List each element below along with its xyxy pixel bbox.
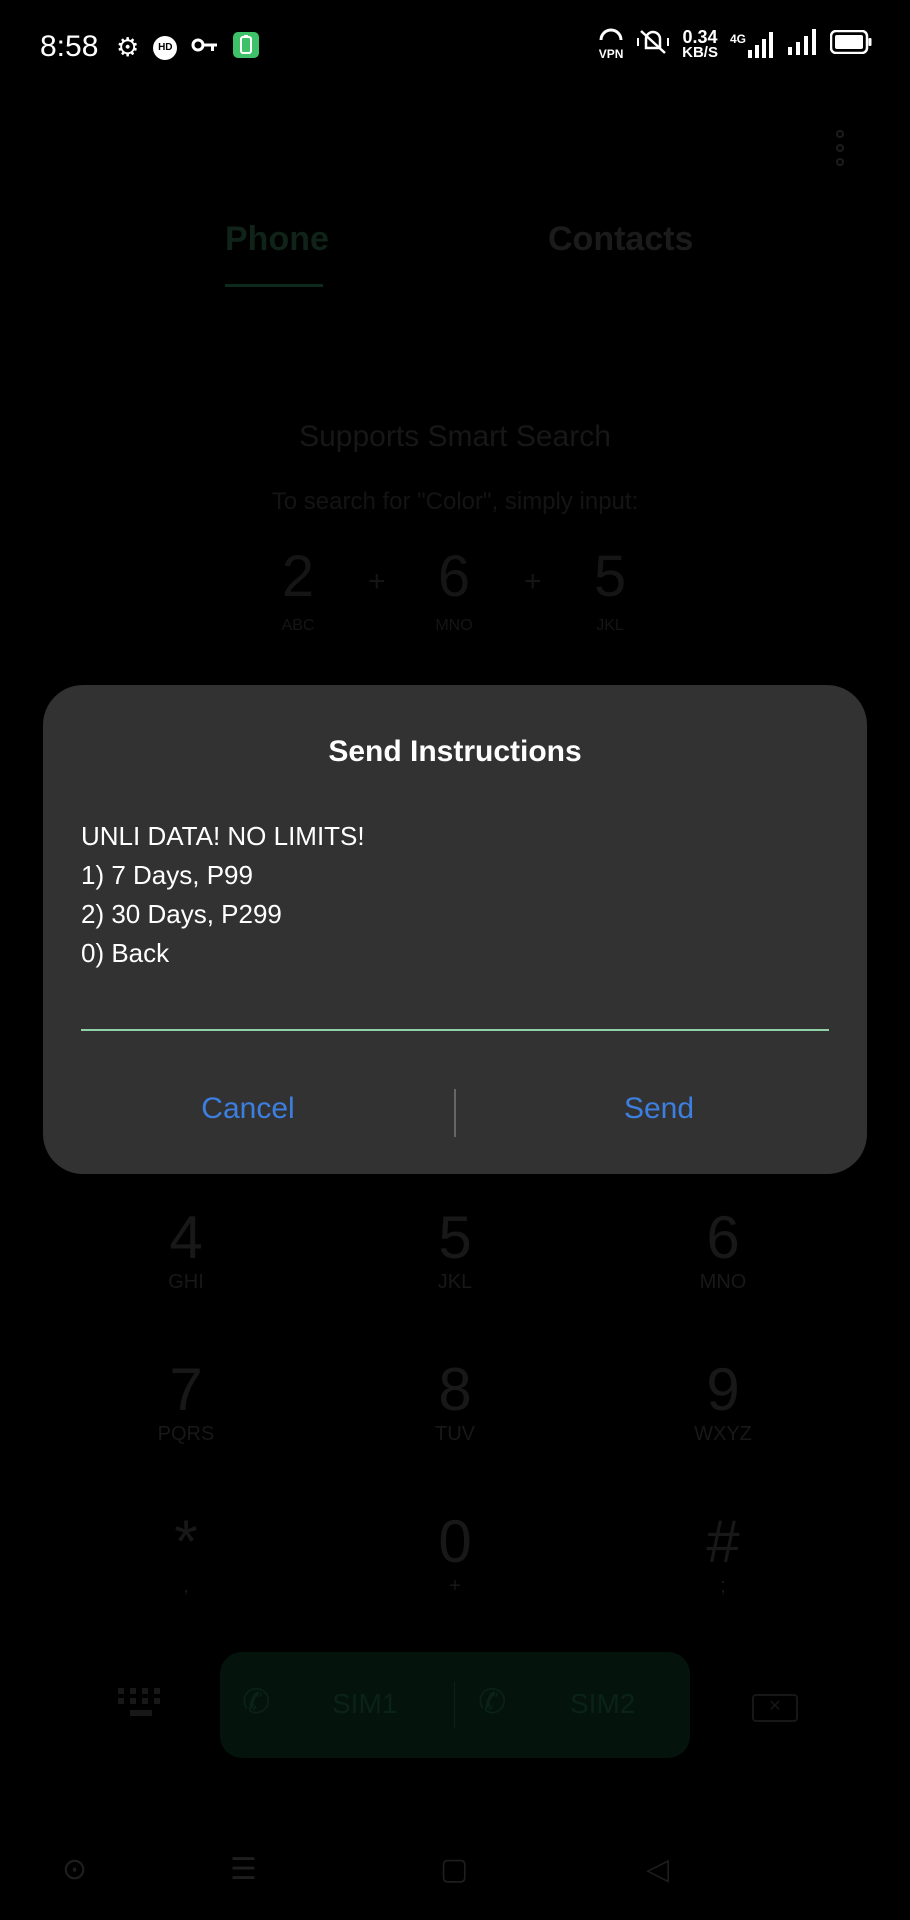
dial-key-0[interactable]: 0 + (375, 1509, 535, 1598)
dial-key-digit: 0 (438, 1508, 472, 1575)
dial-key-digit: 7 (169, 1356, 203, 1423)
tab-indicator (225, 284, 323, 287)
dial-key-digit: 6 (706, 1204, 740, 1271)
dial-key-letters: GHI (168, 1271, 204, 1293)
hint-key-digit: 5 (593, 544, 627, 609)
hint-key: 6 MNO (409, 545, 499, 635)
backspace-icon[interactable]: ✕ (752, 1694, 798, 1722)
hint-key-digit: 2 (281, 544, 315, 609)
tab-phone[interactable]: Phone (225, 220, 329, 259)
smart-search-subtitle: To search for "Color", simply input: (271, 488, 639, 515)
dial-key-letters: , (183, 1575, 189, 1597)
keypad-toggle-icon[interactable] (118, 1688, 160, 1724)
dial-key-letters: JKL (437, 1271, 473, 1293)
hint-key: 5 JKL (565, 545, 655, 635)
dial-key-5[interactable]: 5 JKL (375, 1205, 535, 1294)
hint-plus: + (368, 565, 386, 598)
dial-key-letters: MNO (699, 1271, 747, 1293)
hint-key-letters: ABC (281, 617, 315, 634)
more-options-icon[interactable] (836, 130, 846, 172)
hint-plus: + (524, 565, 542, 598)
dial-key-digit: 5 (438, 1204, 472, 1271)
dial-key-digit: # (706, 1508, 740, 1575)
assistant-icon[interactable]: ⊙ (62, 1852, 87, 1887)
dial-key-letters: WXYZ (694, 1423, 752, 1445)
dial-key-hash[interactable]: # ; (643, 1509, 803, 1598)
message-line: 1) 7 Days, P99 (81, 860, 253, 890)
tab-contacts[interactable]: Contacts (548, 220, 693, 259)
dial-key-8[interactable]: 8 TUV (375, 1357, 535, 1446)
phone-icon: ✆ (242, 1683, 271, 1721)
home-icon[interactable]: ▢ (440, 1852, 468, 1887)
dial-key-letters: + (449, 1575, 461, 1597)
smart-search-title: Supports Smart Search (299, 420, 611, 453)
dial-key-star[interactable]: * , (106, 1509, 266, 1598)
dial-key-6[interactable]: 6 MNO (643, 1205, 803, 1294)
call-sim1-button[interactable]: SIM1 (332, 1688, 397, 1720)
dial-key-letters: TUV (435, 1423, 475, 1445)
dial-key-digit: 4 (169, 1204, 203, 1271)
dialog-message: UNLI DATA! NO LIMITS! 1) 7 Days, P99 2) … (81, 817, 365, 973)
message-line: 0) Back (81, 938, 170, 968)
dial-key-9[interactable]: 9 WXYZ (643, 1357, 803, 1446)
dial-key-letters: PQRS (157, 1423, 215, 1445)
message-line: 2) 30 Days, P299 (81, 899, 282, 929)
dial-key-digit: * (174, 1508, 198, 1575)
hint-key-letters: JKL (596, 617, 624, 634)
dial-key-letters: ; (720, 1575, 726, 1597)
cancel-button[interactable]: Cancel (98, 1091, 398, 1127)
phone-sim2-icon: ✆ (478, 1683, 507, 1721)
call-divider (454, 1682, 455, 1728)
dial-key-digit: 8 (438, 1356, 472, 1423)
dial-key-digit: 9 (706, 1356, 740, 1423)
call-buttons: ✆ SIM1 ✆ SIM2 (220, 1652, 690, 1758)
hint-key-letters: MNO (435, 617, 473, 634)
reply-input[interactable] (81, 1029, 829, 1031)
dialog-title: Send Instructions (328, 735, 582, 768)
dial-key-7[interactable]: 7 PQRS (106, 1357, 266, 1446)
message-line: UNLI DATA! NO LIMITS! (81, 821, 365, 851)
send-instructions-dialog: Send Instructions UNLI DATA! NO LIMITS! … (43, 685, 867, 1174)
recents-icon[interactable]: ☰ (230, 1852, 257, 1887)
call-sim2-button[interactable]: SIM2 (570, 1688, 635, 1720)
dial-key-4[interactable]: 4 GHI (106, 1205, 266, 1294)
back-icon[interactable]: ◁ (646, 1852, 669, 1887)
hint-key-digit: 6 (437, 544, 471, 609)
button-divider (454, 1089, 456, 1137)
hint-key: 2 ABC (253, 545, 343, 635)
send-button[interactable]: Send (509, 1091, 809, 1127)
